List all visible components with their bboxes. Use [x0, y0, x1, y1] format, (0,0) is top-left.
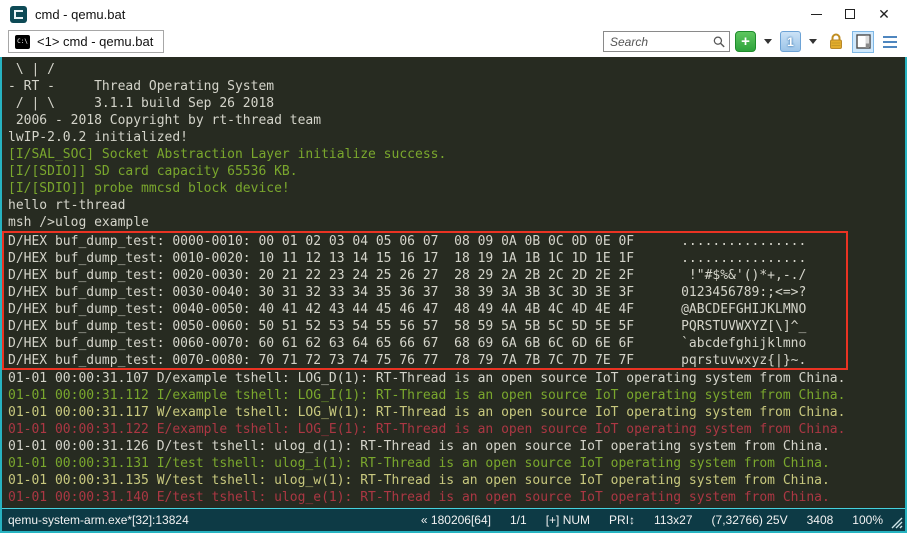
close-icon: ✕	[878, 7, 890, 21]
log-output: 01-01 00:00:31.107 D/example tshell: LOG…	[8, 370, 905, 506]
terminal-output[interactable]: \ | /- RT - Thread Operating System / | …	[2, 57, 905, 508]
terminal-line: D/HEX buf_dump_test: 0000-0010: 00 01 02…	[8, 233, 846, 250]
terminal-line: D/HEX buf_dump_test: 0010-0020: 10 11 12…	[8, 250, 846, 267]
terminal-line: 01-01 00:00:31.107 D/example tshell: LOG…	[8, 370, 905, 387]
maximize-icon	[845, 9, 855, 19]
status-item: « 180206[64]	[421, 513, 491, 527]
terminal-line: 01-01 00:00:31.112 I/example tshell: LOG…	[8, 387, 905, 404]
conemu-window: cmd - qemu.bat ✕ C:\ <1> cmd - qemu.bat …	[0, 0, 907, 533]
boot-output: \ | /- RT - Thread Operating System / | …	[8, 61, 905, 231]
search-box	[603, 31, 730, 52]
window-title: cmd - qemu.bat	[35, 7, 799, 22]
menu-button[interactable]	[879, 31, 901, 53]
status-bar: qemu-system-arm.exe*[32]:13824 « 180206[…	[2, 508, 905, 531]
status-items: « 180206[64] 1/1 [+] NUM PRI↕ 113x27 (7,32766…	[402, 513, 883, 527]
maximize-button[interactable]	[833, 2, 867, 26]
conemu-app-icon	[10, 6, 27, 23]
minimize-button[interactable]	[799, 2, 833, 26]
toolbar: + 1	[603, 31, 901, 53]
terminal-line: \ | /	[8, 61, 905, 78]
terminal-line: 01-01 00:00:31.140 E/test tshell: ulog_e…	[8, 489, 905, 506]
terminal-line: 01-01 00:00:31.122 E/example tshell: LOG…	[8, 421, 905, 438]
terminal-line: D/HEX buf_dump_test: 0040-0050: 40 41 42…	[8, 301, 846, 318]
terminal-line: [I/SAL_SOC] Socket Abstraction Layer ini…	[8, 146, 905, 163]
terminal-line: / | \ 3.1.1 build Sep 26 2018	[8, 95, 905, 112]
minimize-icon	[811, 14, 822, 15]
status-item: 100%	[852, 513, 883, 527]
status-item: [+] NUM	[546, 513, 590, 527]
tab-label: <1> cmd - qemu.bat	[37, 34, 153, 49]
new-console-dropdown-icon[interactable]	[764, 39, 772, 44]
terminal-line: D/HEX buf_dump_test: 0050-0060: 50 51 52…	[8, 318, 846, 335]
cmd-icon: C:\	[15, 35, 30, 49]
search-icon[interactable]	[713, 35, 725, 49]
terminal-line: D/HEX buf_dump_test: 0070-0080: 70 71 72…	[8, 352, 846, 368]
status-item: 113x27	[654, 513, 692, 527]
active-console-button[interactable]: 1	[780, 31, 801, 52]
lock-icon	[828, 33, 844, 50]
title-bar: cmd - qemu.bat ✕	[0, 0, 907, 28]
tab-cmd-qemu[interactable]: C:\ <1> cmd - qemu.bat	[8, 30, 164, 53]
terminal-line: D/HEX buf_dump_test: 0060-0070: 60 61 62…	[8, 335, 846, 352]
terminal-line: 01-01 00:00:31.126 D/test tshell: ulog_d…	[8, 438, 905, 455]
status-item: 3408	[807, 513, 834, 527]
terminal-line: D/HEX buf_dump_test: 0020-0030: 20 21 22…	[8, 267, 846, 284]
terminal-line: 2006 - 2018 Copyright by rt-thread team	[8, 112, 905, 129]
status-item: 1/1	[510, 513, 527, 527]
terminal-line: lwIP-2.0.2 initialized!	[8, 129, 905, 146]
terminal-line: D/HEX buf_dump_test: 0030-0040: 30 31 32…	[8, 284, 846, 301]
terminal-line: [I/[SDIO]] probe mmcsd block device!	[8, 180, 905, 197]
console-list-dropdown-icon[interactable]	[809, 39, 817, 44]
close-button[interactable]: ✕	[867, 2, 901, 26]
status-item: PRI↕	[609, 513, 635, 527]
lock-button[interactable]	[825, 31, 847, 53]
resize-grip-icon[interactable]	[889, 515, 903, 529]
terminal-line: - RT - Thread Operating System	[8, 78, 905, 95]
buffer-window-icon	[856, 34, 871, 49]
terminal-line: 01-01 00:00:31.135 W/test tshell: ulog_w…	[8, 472, 905, 489]
conemu-logo-icon	[14, 10, 23, 19]
hexdump-highlight-box: D/HEX buf_dump_test: 0000-0010: 00 01 02…	[2, 231, 848, 370]
terminal-line: 01-01 00:00:31.131 I/test tshell: ulog_i…	[8, 455, 905, 472]
search-input[interactable]	[610, 35, 713, 49]
tab-bar: C:\ <1> cmd - qemu.bat + 1	[0, 28, 907, 57]
status-item: (7,32766) 25V	[712, 513, 788, 527]
new-console-button[interactable]: +	[735, 31, 756, 52]
status-process: qemu-system-arm.exe*[32]:13824	[8, 513, 402, 527]
hamburger-icon	[883, 36, 897, 48]
terminal-line: [I/[SDIO]] SD card capacity 65536 KB.	[8, 163, 905, 180]
terminal-line: 01-01 00:00:31.117 W/example tshell: LOG…	[8, 404, 905, 421]
console-frame: \ | /- RT - Thread Operating System / | …	[0, 57, 907, 533]
scroll-buffer-button[interactable]	[852, 31, 874, 53]
terminal-line: msh />ulog example	[8, 214, 905, 231]
terminal-line: hello rt-thread	[8, 197, 905, 214]
